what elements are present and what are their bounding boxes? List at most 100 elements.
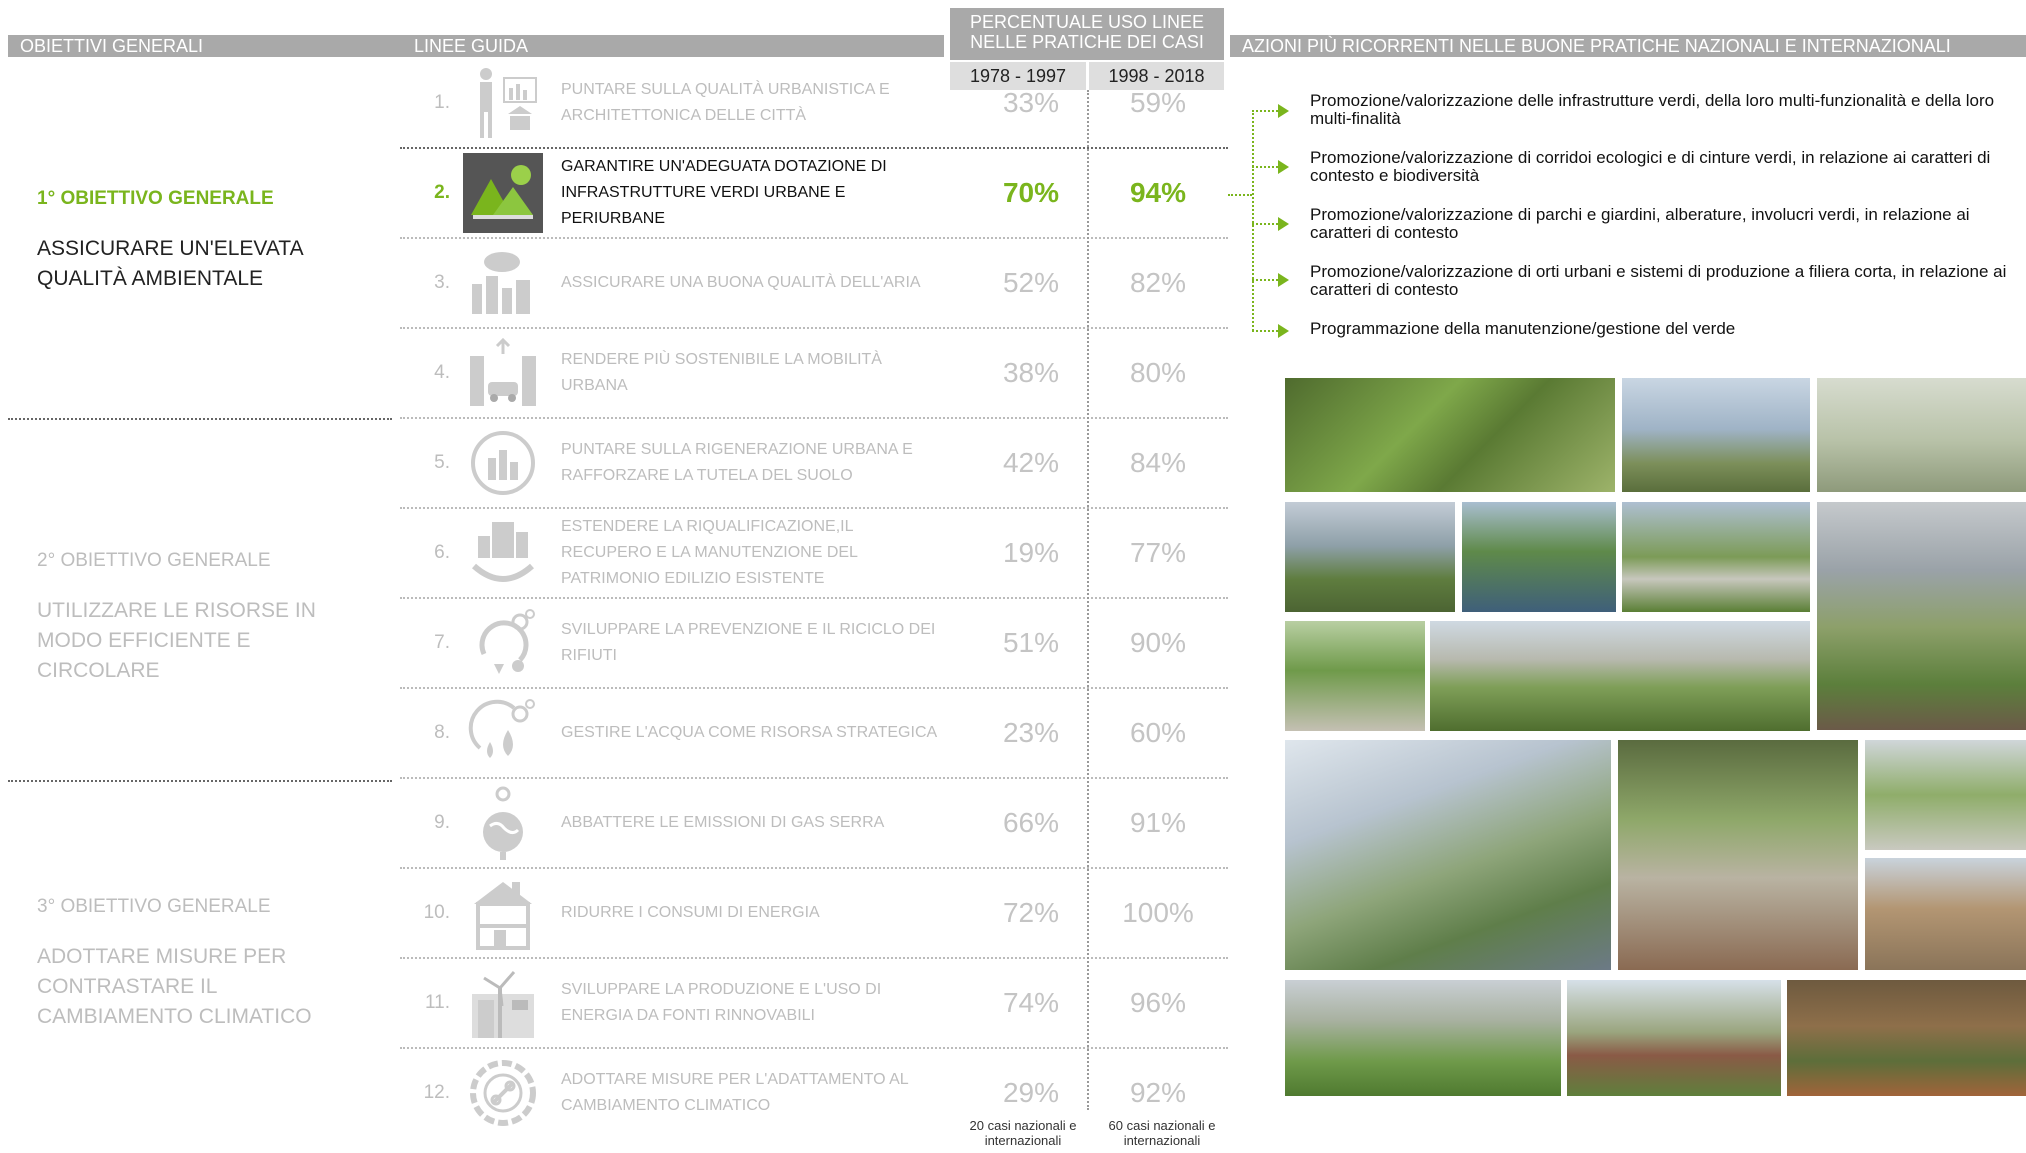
photo-historic-street <box>1865 858 2026 970</box>
percentage-1978-1997: 70% <box>1002 177 1060 208</box>
percentage-1998-2018: 77% <box>1129 537 1187 568</box>
regeneration-icon <box>463 423 543 503</box>
photo-greenway-path <box>1622 502 1810 612</box>
objective-separator-1 <box>8 418 392 420</box>
guideline-number: 3. <box>434 272 450 293</box>
renewable-energy-icon <box>463 963 543 1043</box>
photo-rooftop-gardens <box>1285 980 1561 1096</box>
percentage-1978-1997: 51% <box>1002 627 1060 658</box>
guideline-row-2: 2. GARANTIRE UN'ADEGUATA DOTAZIONE DI IN… <box>400 149 1226 237</box>
arrow-right-icon <box>1278 104 1289 118</box>
arrow-right-icon <box>1278 160 1289 174</box>
emissions-globe-icon <box>463 783 543 863</box>
objective-separator-2 <box>8 780 392 782</box>
guideline-row-5: 5. PUNTARE SULLA RIGENERAZIONE URBANA E … <box>400 419 1226 507</box>
guideline-text: ASSICURARE UNA BUONA QUALITÀ DELL'ARIA <box>561 274 921 291</box>
guideline-2-connector <box>1228 194 1252 196</box>
guideline-number: 9. <box>434 812 450 833</box>
energy-building-icon <box>463 873 543 953</box>
action-connector <box>1252 279 1278 281</box>
guideline-number: 10. <box>423 902 450 923</box>
objective-1-label: 1° OBIETTIVO GENERALE <box>37 188 274 209</box>
photo-green-roof-aerial <box>1285 378 1615 492</box>
guideline-text: RIDURRE I CONSUMI DI ENERGIA <box>561 904 820 921</box>
percentage-1998-2018: 80% <box>1129 357 1187 388</box>
objectives-header: OBIETTIVI GENERALI <box>8 35 402 57</box>
action-item-5: Programmazione della manutenzione/gestio… <box>1310 319 1736 338</box>
guideline-row-11: 11. SVILUPPARE LA PRODUZIONE E L'USO DI … <box>400 959 1226 1047</box>
action-connector <box>1252 330 1278 332</box>
action-connector <box>1252 166 1278 168</box>
guidelines-header: LINEE GUIDA <box>402 35 944 57</box>
guideline-row-6: 6. ESTENDERE LA RIQUALIFICAZIONE,IL RECU… <box>400 509 1226 597</box>
guideline-text: PUNTARE SULLA RIGENERAZIONE URBANA E RAF… <box>561 441 913 484</box>
photo-canal-buildings <box>1285 740 1611 970</box>
actions-bracket <box>1252 110 1254 331</box>
guideline-number: 5. <box>434 452 450 473</box>
percentage-1978-1997: 42% <box>1002 447 1060 478</box>
guideline-row-9: 9. ABBATTERE LE EMISSIONI DI GAS SERRA 6… <box>400 779 1226 867</box>
guideline-number: 11. <box>424 992 450 1013</box>
percentage-1998-2018: 94% <box>1129 177 1187 208</box>
water-icon <box>463 693 543 773</box>
guideline-text: ABBATTERE LE EMISSIONI DI GAS SERRA <box>561 814 885 831</box>
percentage-1978-1997: 19% <box>1002 537 1060 568</box>
action-item-1: Promozione/valorizzazione delle infrastr… <box>1310 91 1995 128</box>
guideline-number: 2. <box>434 182 450 203</box>
action-item-3: Promozione/valorizzazione di parchi e gi… <box>1310 205 1970 242</box>
photo-courtyard-housing <box>1567 980 1781 1096</box>
arrow-right-icon <box>1278 324 1289 338</box>
photo-residential-park <box>1430 621 1810 731</box>
guideline-text: SVILUPPARE LA PRODUZIONE E L'USO DI ENER… <box>561 981 882 1024</box>
guideline-row-4: 4. RENDERE PIÙ SOSTENIBILE LA MOBILITÀ U… <box>400 329 1226 417</box>
arrow-right-icon <box>1278 217 1289 231</box>
mobility-icon <box>463 333 543 413</box>
guideline-row-10: 10. RIDURRE I CONSUMI DI ENERGIA 72% 100… <box>400 869 1226 957</box>
percentage-1998-2018: 60% <box>1129 717 1187 748</box>
objective-2-label: 2° OBIETTIVO GENERALE <box>37 550 271 571</box>
photo-green-interior <box>1817 378 2026 492</box>
objective-3: 3° OBIETTIVO GENERALE ADOTTARE MISURE PE… <box>37 896 377 1032</box>
footnote-cases-1978-1997: 20 casi nazionali e internazionali <box>969 1118 1077 1148</box>
action-connector <box>1252 223 1278 225</box>
action-item-2: Promozione/valorizzazione di corridoi ec… <box>1310 148 1991 185</box>
city-architecture-icon <box>463 63 543 143</box>
objective-1: 1° OBIETTIVO GENERALE ASSICURARE UN'ELEV… <box>37 188 377 294</box>
guideline-text: ADOTTARE MISURE PER L'ADATTAMENTO AL CAM… <box>561 1071 909 1114</box>
guideline-row-3: 3. ASSICURARE UNA BUONA QUALITÀ DELL'ARI… <box>400 239 1226 327</box>
percentage-1998-2018: 82% <box>1129 267 1187 298</box>
guideline-number: 6. <box>434 542 450 563</box>
guideline-text: RENDERE PIÙ SOSTENIBILE LA MOBILITÀ URBA… <box>561 351 882 394</box>
guideline-number: 12. <box>423 1082 450 1103</box>
percentage-1978-1997: 52% <box>1002 267 1060 298</box>
building-heritage-icon <box>463 513 543 593</box>
percentage-1978-1997: 74% <box>1002 987 1060 1018</box>
percentage-1978-1997: 72% <box>1002 897 1060 928</box>
photo-highline-walkway <box>1618 740 1858 970</box>
photo-river-aerial <box>1817 502 2026 730</box>
guideline-text: GARANTIRE UN'ADEGUATA DOTAZIONE DI INFRA… <box>561 158 887 227</box>
guideline-text: ESTENDERE LA RIQUALIFICAZIONE,IL RECUPER… <box>561 518 858 587</box>
recycle-icon <box>463 603 543 683</box>
photo-elevated-garden <box>1285 502 1455 612</box>
photo-riverside-city <box>1622 378 1810 492</box>
objective-1-title: ASSICURARE UN'ELEVATA QUALITÀ AMBIENTALE <box>37 237 303 290</box>
arrow-right-icon <box>1278 273 1289 287</box>
air-quality-icon <box>463 243 543 323</box>
percentage-1978-1997: 66% <box>1002 807 1060 838</box>
photo-plaza-trees <box>1285 621 1425 731</box>
percentage-1998-2018: 84% <box>1129 447 1187 478</box>
percentage-1998-2018: 90% <box>1129 627 1187 658</box>
percentage-1998-2018: 100% <box>1122 897 1194 928</box>
objective-3-title: ADOTTARE MISURE PER CONTRASTARE IL CAMBI… <box>37 945 312 1028</box>
footnote-cases-1998-2018: 60 casi nazionali e internazionali <box>1108 1118 1216 1148</box>
climate-adaptation-icon <box>463 1053 543 1133</box>
guideline-number: 1. <box>434 92 450 113</box>
guideline-text: SVILUPPARE LA PREVENZIONE E IL RICICLO D… <box>561 621 936 664</box>
guideline-row-7: 7. SVILUPPARE LA PREVENZIONE E IL RICICL… <box>400 599 1226 687</box>
guideline-text: PUNTARE SULLA QUALITÀ URBANISTICA E ARCH… <box>561 81 890 124</box>
percentage-1978-1997: 33% <box>1002 87 1060 118</box>
photo-green-roofs-aerial <box>1865 740 2026 850</box>
action-connector <box>1252 110 1278 112</box>
percentage-1998-2018: 91% <box>1129 807 1187 838</box>
